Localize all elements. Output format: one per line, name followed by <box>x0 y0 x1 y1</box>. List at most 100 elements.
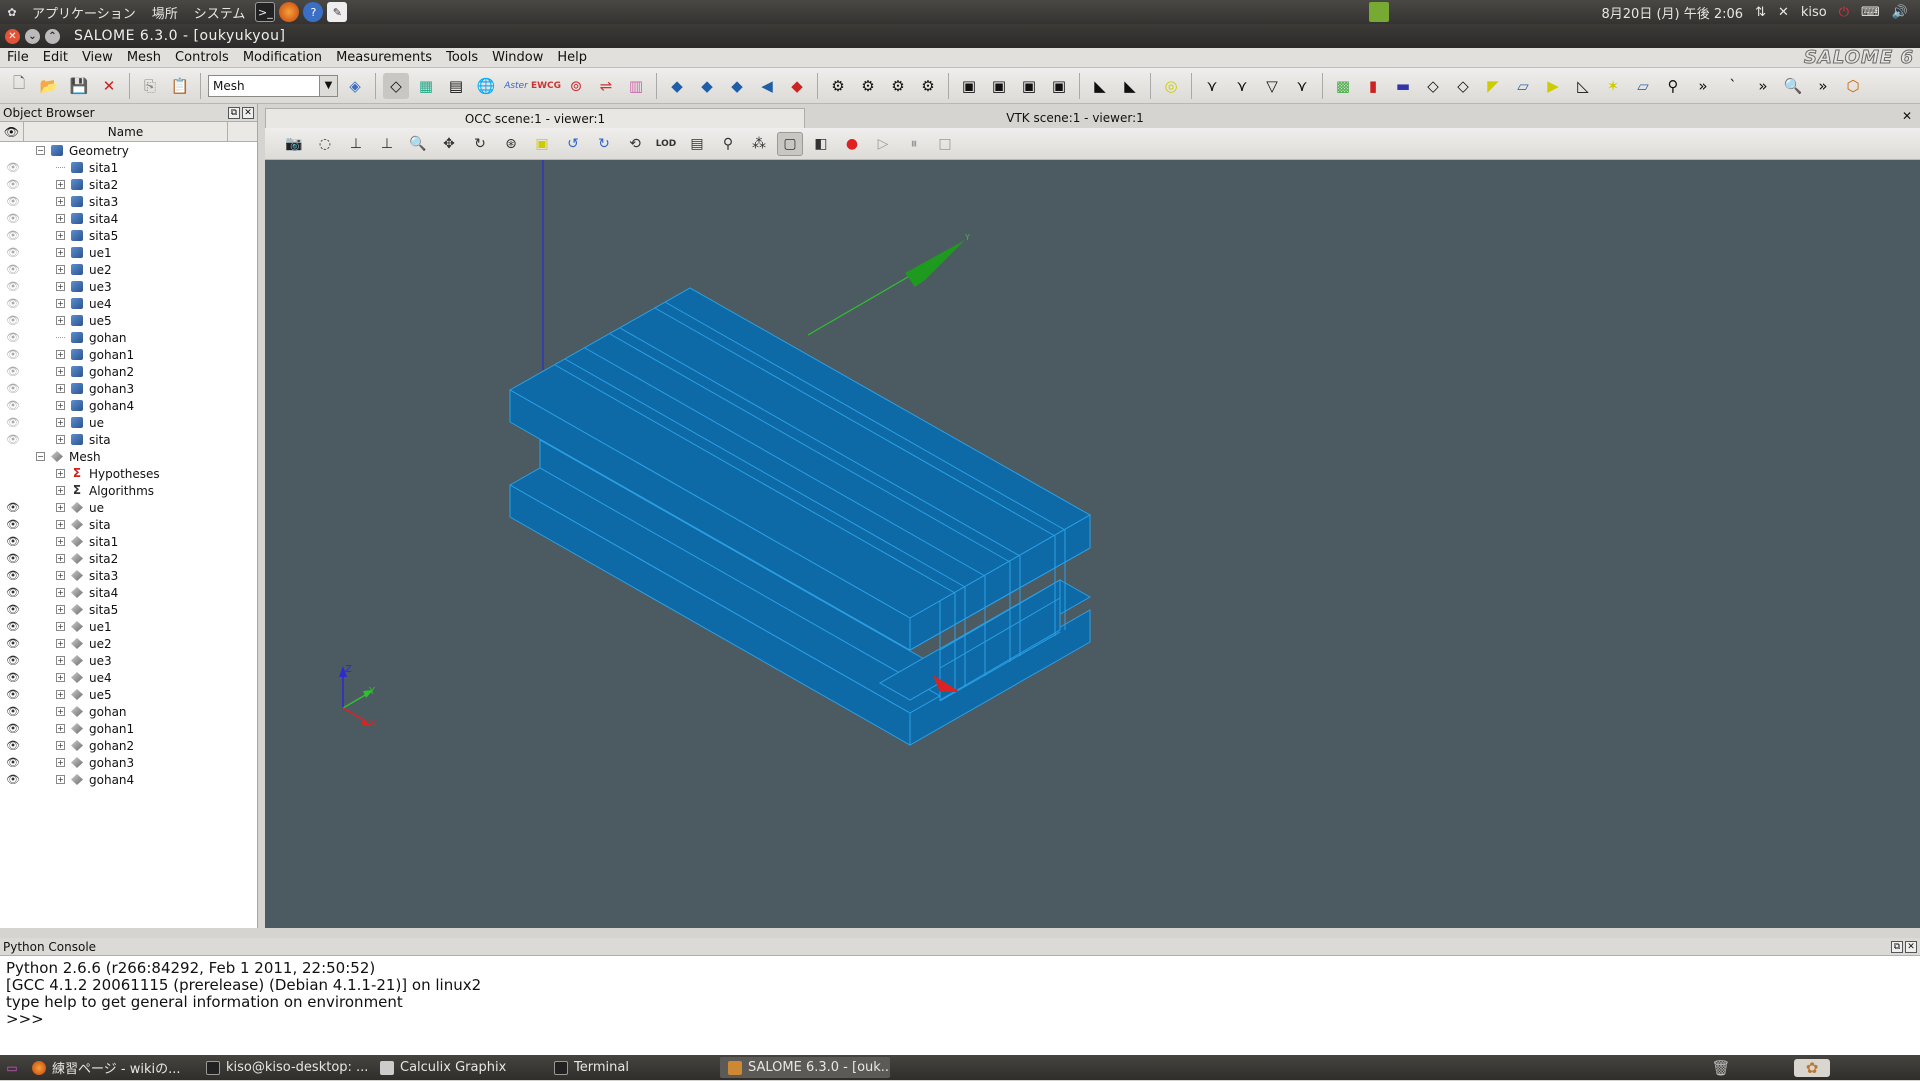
tree-item-mesh-object[interactable]: 👁 + gohan <box>0 703 257 720</box>
tree-item-mesh-object[interactable]: 👁 + ue5 <box>0 686 257 703</box>
interpolation-module-icon[interactable]: ⊚ <box>563 73 589 99</box>
pan-icon[interactable]: ✥ <box>436 132 462 156</box>
expand-icon[interactable]: + <box>56 231 65 240</box>
visibility-eye-icon[interactable]: 👁 <box>6 161 20 174</box>
close-dock-icon[interactable]: ✕ <box>1905 940 1917 953</box>
rotate-right-icon[interactable]: ↻ <box>591 132 617 156</box>
tree-item-mesh-object[interactable]: 👁 + sita3 <box>0 567 257 584</box>
python-console-output[interactable]: Python 2.6.6 (r266:84292, Feb 1 2011, 22… <box>0 956 1920 1032</box>
edit-group-icon[interactable]: ▣ <box>1016 73 1042 99</box>
tree-item-geom-object[interactable]: 👁 + sita3 <box>0 193 257 210</box>
zoom-icon[interactable]: 🔍 <box>1780 73 1806 99</box>
collapse-icon[interactable]: − <box>36 452 45 461</box>
scaling-icon[interactable]: ⚲ <box>715 132 741 156</box>
visibility-eye-icon[interactable]: 👁 <box>6 705 20 718</box>
add-quadrangle-icon[interactable]: ◇ <box>1420 73 1446 99</box>
expand-icon[interactable]: + <box>56 469 65 478</box>
3d-viewport[interactable]: Y Z Y X <box>265 160 1920 928</box>
toolbar-overflow-2-icon[interactable]: » <box>1750 73 1776 99</box>
expand-icon[interactable]: + <box>56 554 65 563</box>
expand-icon[interactable]: + <box>56 503 65 512</box>
module-selector[interactable]: Mesh ▼ <box>208 74 338 97</box>
trihedron-icon[interactable]: ⊥ <box>343 132 369 156</box>
expand-icon[interactable]: + <box>56 673 65 682</box>
tree-item-mesh-object[interactable]: 👁 + gohan1 <box>0 720 257 737</box>
notes-launcher-icon[interactable]: ✎ <box>327 2 348 22</box>
expand-icon[interactable]: + <box>56 707 65 716</box>
toolbar-overflow-3-icon[interactable]: » <box>1810 73 1836 99</box>
menu-mesh[interactable]: Mesh <box>120 50 168 65</box>
name-column-header[interactable]: Name <box>24 122 228 141</box>
visibility-eye-icon[interactable]: 👁 <box>6 246 20 259</box>
lod-icon[interactable]: LOD <box>653 132 679 156</box>
add-pyramid-icon[interactable]: ▶ <box>1540 73 1566 99</box>
tree-item-mesh-object[interactable]: 👁 + ue1 <box>0 618 257 635</box>
visibility-eye-icon[interactable]: 👁 <box>6 756 20 769</box>
menu-system[interactable]: システム <box>186 3 254 22</box>
paste-icon[interactable]: 📋 <box>167 73 193 99</box>
datetime-label[interactable]: 8月20日 (月) 午後 2:06 <box>1602 3 1744 22</box>
visibility-eye-icon[interactable]: 👁 <box>6 620 20 633</box>
visibility-eye-icon[interactable]: 👁 <box>6 739 20 752</box>
tree-item-geom-object[interactable]: 👁 + ue2 <box>0 261 257 278</box>
tree-item-mesh-object[interactable]: 👁 + sita2 <box>0 550 257 567</box>
float-dock-icon[interactable]: ⧉ <box>228 106 240 119</box>
expand-icon[interactable]: + <box>56 282 65 291</box>
selection-mode-icon[interactable]: ◌ <box>312 132 338 156</box>
workspace-switcher-icon[interactable]: ✿ <box>1794 1058 1830 1077</box>
expand-icon[interactable]: + <box>56 639 65 648</box>
expand-icon[interactable]: + <box>56 384 65 393</box>
expand-icon[interactable]: + <box>56 265 65 274</box>
expand-icon[interactable]: + <box>56 299 65 308</box>
visibility-eye-icon[interactable]: 👁 <box>6 518 20 531</box>
tree-item-mesh-object[interactable]: 👁 + sita1 <box>0 533 257 550</box>
remove-icon[interactable]: ⚲ <box>1660 73 1686 99</box>
compute-gear-icon[interactable]: ⚙ <box>825 73 851 99</box>
close-dock-icon[interactable]: ✕ <box>242 106 254 119</box>
visibility-eye-icon[interactable]: 👁 <box>6 433 20 446</box>
expand-icon[interactable]: + <box>56 401 65 410</box>
tree-item-mesh-object[interactable]: 👁 + ue2 <box>0 635 257 652</box>
user-status-icon[interactable]: ✕ <box>1778 5 1789 20</box>
visibility-eye-icon[interactable]: 👁 <box>6 229 20 242</box>
collapse-icon[interactable]: − <box>36 146 45 155</box>
reset-view-icon[interactable]: ⟲ <box>622 132 648 156</box>
pause-icon[interactable]: ⏸ <box>901 132 927 156</box>
connection-icon[interactable]: ⋎ <box>1289 73 1315 99</box>
menu-controls[interactable]: Controls <box>168 50 236 65</box>
visibility-eye-icon[interactable]: 👁 <box>6 399 20 412</box>
add-prism-icon[interactable]: ◺ <box>1570 73 1596 99</box>
menu-tools[interactable]: Tools <box>439 50 485 65</box>
horizontal-splitter[interactable] <box>0 928 1920 938</box>
expand-icon[interactable]: + <box>56 486 65 495</box>
precompute-gear-icon[interactable]: ⚙ <box>855 73 881 99</box>
open-folder-icon[interactable]: 📂 <box>36 73 62 99</box>
user-avatar-icon[interactable] <box>1369 2 1390 22</box>
visibility-eye-icon[interactable]: 👁 <box>6 212 20 225</box>
console-prompt[interactable]: >>> <box>6 1011 1914 1028</box>
yacs-module-icon[interactable]: ▤ <box>443 73 469 99</box>
mesh-module-icon[interactable]: ◇ <box>383 72 409 99</box>
menu-edit[interactable]: Edit <box>36 50 75 65</box>
create-mesh-icon[interactable]: ◆ <box>664 73 690 99</box>
global-pan-icon[interactable]: ⊛ <box>498 132 524 156</box>
dump-view-icon[interactable]: 📷 <box>281 132 307 156</box>
free-edges-icon[interactable]: ⋎ <box>1229 73 1255 99</box>
save-icon[interactable]: 💾 <box>66 73 92 99</box>
task-terminal-kiso[interactable]: kiso@kiso-desktop: ... <box>198 1057 368 1078</box>
expand-icon[interactable]: + <box>56 418 65 427</box>
visibility-eye-icon[interactable]: 👁 <box>6 348 20 361</box>
expand-icon[interactable]: + <box>56 622 65 631</box>
tree-item-geom-object[interactable]: 👁 + ue4 <box>0 295 257 312</box>
expand-icon[interactable]: + <box>56 775 65 784</box>
tab-occ-viewer[interactable]: OCC scene:1 - viewer:1 <box>265 108 805 128</box>
window-maximize-icon[interactable]: ⌃ <box>45 28 60 44</box>
mesh-order-gear-icon[interactable]: ⚙ <box>915 73 941 99</box>
visibility-eye-icon[interactable]: 👁 <box>6 654 20 667</box>
visibility-eye-icon[interactable]: 👁 <box>6 382 20 395</box>
menu-modification[interactable]: Modification <box>236 50 329 65</box>
tree-item-geom-object[interactable]: 👁 + sita2 <box>0 176 257 193</box>
power-icon[interactable]: ⏻ <box>1839 5 1849 20</box>
float-dock-icon[interactable]: ⧉ <box>1891 940 1903 953</box>
window-close-icon[interactable]: ✕ <box>5 28 20 44</box>
